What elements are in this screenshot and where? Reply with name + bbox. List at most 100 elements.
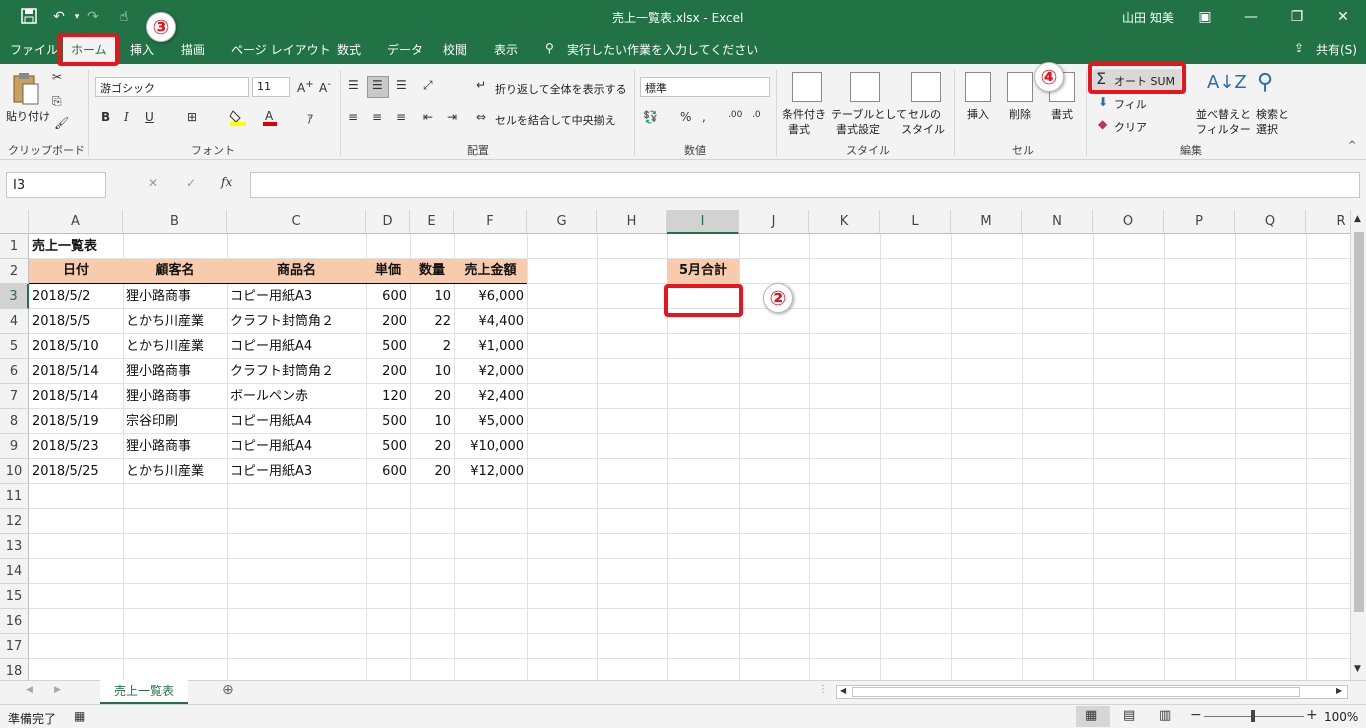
touch-mode-icon[interactable]: ☝ <box>115 8 133 26</box>
tab-insert[interactable]: 挿入 <box>130 41 154 58</box>
header-cell-date[interactable]: 日付 <box>29 258 123 283</box>
increase-indent-icon[interactable]: ⇥ <box>447 110 457 124</box>
table-cell[interactable]: ¥4,400 <box>454 309 527 334</box>
table-cell[interactable]: 500 <box>366 334 410 359</box>
fill-button[interactable]: フィル <box>1114 96 1147 112</box>
table-cell[interactable]: コピー用紙A3 <box>227 459 366 484</box>
cancel-icon[interactable]: ✕ <box>148 176 158 190</box>
selected-cell-i3[interactable] <box>664 284 743 317</box>
table-cell[interactable]: 宗谷印刷 <box>123 409 227 434</box>
table-cell[interactable]: ¥5,000 <box>454 409 527 434</box>
wrap-text-button[interactable]: 折り返して全体を表示する <box>495 81 627 97</box>
paste-icon[interactable] <box>10 70 42 108</box>
align-center-icon[interactable]: ≡ <box>372 110 382 124</box>
format-as-table-line2[interactable]: 書式設定 <box>836 121 880 137</box>
column-header[interactable]: B <box>123 210 227 234</box>
table-cell[interactable]: ¥1,000 <box>454 334 527 359</box>
tab-file[interactable]: ファイル <box>10 41 58 58</box>
scroll-up-icon[interactable]: ▲ <box>1354 214 1361 224</box>
table-cell[interactable]: コピー用紙A4 <box>227 334 366 359</box>
column-header[interactable]: A <box>29 210 123 234</box>
wrap-text-icon[interactable]: ↵ <box>476 78 486 92</box>
row-header[interactable]: 15 <box>0 584 29 609</box>
table-cell[interactable]: 500 <box>366 434 410 459</box>
table-cell[interactable]: 2018/5/14 <box>29 384 123 409</box>
minimize-icon[interactable]: — <box>1240 6 1262 28</box>
table-cell[interactable]: 2018/5/5 <box>29 309 123 334</box>
table-cell[interactable]: ¥6,000 <box>454 284 527 309</box>
scroll-left-icon[interactable]: ◀ <box>840 686 846 695</box>
save-icon[interactable] <box>20 8 38 26</box>
zoom-in-icon[interactable]: + <box>1306 707 1318 723</box>
paste-button[interactable]: 貼り付け <box>6 108 50 124</box>
undo-icon[interactable]: ↶ <box>50 8 68 26</box>
accounting-format-icon[interactable]: 💱 <box>643 110 658 124</box>
share-button[interactable]: 共有(S) <box>1316 41 1357 58</box>
row-header[interactable]: 8 <box>0 409 29 434</box>
decrease-decimal-icon[interactable]: .0 <box>752 110 761 120</box>
conditional-format-line2[interactable]: 書式 <box>788 121 810 137</box>
conditional-format-icon[interactable] <box>792 72 822 102</box>
percent-icon[interactable]: % <box>680 110 691 124</box>
table-cell[interactable]: とかち川産業 <box>123 459 227 484</box>
table-cell[interactable]: コピー用紙A3 <box>227 284 366 309</box>
row-header[interactable]: 9 <box>0 434 29 459</box>
row-header-selected[interactable]: 3 <box>0 284 29 309</box>
table-cell[interactable]: 2018/5/23 <box>29 434 123 459</box>
align-bottom-icon[interactable]: ☰ <box>396 78 407 92</box>
merge-center-button[interactable]: セルを結合して中央揃え <box>495 112 616 128</box>
table-cell[interactable]: 20 <box>410 434 454 459</box>
sort-filter-line1[interactable]: 並べ替えと <box>1196 106 1251 122</box>
select-all-corner[interactable] <box>0 210 29 234</box>
conditional-format-line1[interactable]: 条件付き <box>782 106 826 122</box>
find-icon[interactable]: ⚲ <box>1257 70 1273 95</box>
sheet-prev-icon[interactable]: ◀ <box>26 685 33 695</box>
format-cells-button[interactable]: 書式 <box>1051 106 1073 122</box>
find-select-line1[interactable]: 検索と <box>1256 106 1289 122</box>
row-header[interactable]: 6 <box>0 359 29 384</box>
scroll-thumb[interactable] <box>1354 232 1364 612</box>
enter-icon[interactable]: ✓ <box>186 176 196 190</box>
number-format-select[interactable]: 標準 <box>640 77 770 97</box>
tab-draw[interactable]: 描画 <box>181 41 205 58</box>
column-header[interactable]: F <box>454 210 527 234</box>
orientation-icon[interactable]: ⤢ <box>423 78 433 93</box>
merge-icon[interactable]: ⇔ <box>476 110 486 124</box>
zoom-level[interactable]: 100% <box>1324 710 1358 724</box>
page-layout-view-icon[interactable]: ▤ <box>1123 708 1135 723</box>
may-total-label-cell[interactable]: 5月合計 <box>667 258 739 283</box>
scroll-down-icon[interactable]: ▼ <box>1354 664 1361 674</box>
restore-icon[interactable]: ❐ <box>1286 6 1308 28</box>
user-name[interactable]: 山田 知美 <box>1122 9 1174 26</box>
redo-icon[interactable]: ↷ <box>84 8 102 26</box>
table-cell[interactable]: とかち川産業 <box>123 309 227 334</box>
column-header[interactable]: M <box>951 210 1022 234</box>
delete-cells-button[interactable]: 削除 <box>1009 106 1031 122</box>
tell-me-input[interactable]: 実行したい作業を入力してください <box>567 41 758 58</box>
align-top-icon[interactable]: ☰ <box>348 78 359 92</box>
align-right-icon[interactable]: ≡ <box>396 110 406 124</box>
row-header[interactable]: 7 <box>0 384 29 409</box>
tab-formulas[interactable]: 数式 <box>337 41 361 58</box>
sheet-tab-active[interactable]: 売上一覧表 <box>100 680 188 704</box>
table-cell[interactable]: 2018/5/19 <box>29 409 123 434</box>
cut-icon[interactable]: ✂ <box>52 70 62 84</box>
scroll-right-icon[interactable]: ▶ <box>1336 686 1342 695</box>
row-header[interactable]: 17 <box>0 634 29 659</box>
column-header[interactable]: H <box>597 210 667 234</box>
font-name-select[interactable]: 游ゴシック <box>95 77 249 97</box>
row-header[interactable]: 2 <box>0 259 29 284</box>
table-cell[interactable]: ボールペン赤 <box>227 384 366 409</box>
table-cell[interactable]: ¥2,400 <box>454 384 527 409</box>
column-header[interactable]: Q <box>1235 210 1306 234</box>
tab-page-layout[interactable]: ページ レイアウト <box>231 41 331 58</box>
font-grow-icon[interactable]: A+ <box>297 79 314 95</box>
column-header[interactable]: C <box>227 210 366 234</box>
tab-split-handle-icon[interactable]: ⋮ <box>818 684 828 695</box>
table-cell[interactable]: 狸小路商事 <box>123 284 227 309</box>
row-header[interactable]: 12 <box>0 509 29 534</box>
table-cell[interactable]: 2018/5/2 <box>29 284 123 309</box>
sort-filter-line2[interactable]: フィルター <box>1196 121 1251 137</box>
row-header[interactable]: 10 <box>0 459 29 484</box>
name-box[interactable]: I3 <box>6 172 106 198</box>
